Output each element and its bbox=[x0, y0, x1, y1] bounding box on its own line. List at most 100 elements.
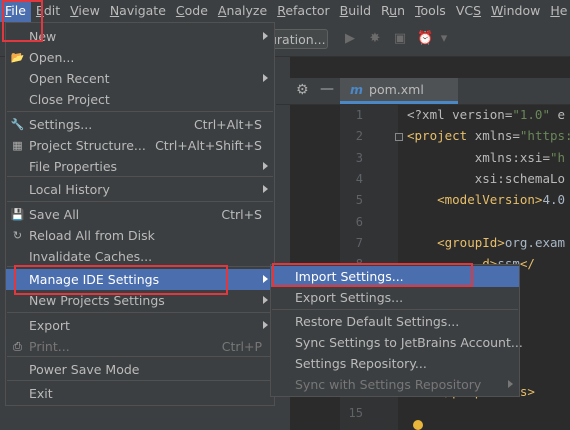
menu-item-new-projects-settings[interactable]: New Projects Settings bbox=[6, 290, 274, 311]
code-token: xmlns= bbox=[467, 128, 520, 144]
menu-item-label: Print... bbox=[29, 339, 70, 354]
menu-item-close-project[interactable]: Close Project bbox=[6, 89, 274, 110]
menu-item-new[interactable]: New bbox=[6, 26, 274, 47]
menu-item-label: Settings Repository... bbox=[295, 356, 427, 371]
code-token: "https: bbox=[519, 128, 570, 144]
menu-item-manage-ide-settings[interactable]: Manage IDE Settings bbox=[6, 269, 274, 290]
menu-window[interactable]: Window bbox=[486, 0, 545, 22]
menu-build[interactable]: Build bbox=[335, 0, 376, 22]
wrench-icon: 🔧 bbox=[10, 118, 25, 131]
profile-icon[interactable]: ⏰ bbox=[417, 31, 433, 47]
menu-item-export[interactable]: Export bbox=[6, 315, 274, 336]
manage-ide-settings-submenu: Import Settings... Export Settings... Rest… bbox=[270, 264, 523, 397]
menu-separator bbox=[7, 312, 273, 313]
menu-analyze[interactable]: Analyze bbox=[213, 0, 272, 22]
menu-item-label: Open Recent bbox=[29, 71, 110, 86]
maven-icon: m bbox=[350, 82, 364, 97]
menu-item-settings[interactable]: 🔧 Settings... Ctrl+Alt+S bbox=[6, 114, 274, 135]
menu-item-power-save-mode[interactable]: Power Save Mode bbox=[6, 359, 274, 380]
menu-view[interactable]: View bbox=[65, 0, 105, 22]
menu-separator bbox=[7, 111, 273, 112]
code-line: <groupId>org.exam bbox=[407, 235, 565, 250]
line-number: 6 bbox=[355, 214, 363, 229]
menu-item-project-structure[interactable]: ▦ Project Structure... Ctrl+Alt+Shift+S bbox=[6, 135, 274, 156]
menu-item-print[interactable]: ⎙ Print... Ctrl+P bbox=[6, 336, 274, 357]
project-structure-icon: ▦ bbox=[12, 139, 23, 152]
menu-item-export-settings[interactable]: Export Settings... bbox=[271, 287, 519, 308]
menu-item-local-history[interactable]: Local History bbox=[6, 179, 274, 200]
menu-item-invalidate-caches[interactable]: Invalidate Caches... bbox=[6, 246, 274, 267]
menu-item-shortcut: Ctrl+Alt+S bbox=[193, 117, 262, 132]
menu-separator bbox=[7, 176, 273, 177]
menu-item-label: Sync with Settings Repository bbox=[295, 377, 482, 392]
menu-navigate[interactable]: Navigate bbox=[105, 0, 171, 22]
debug-icon[interactable]: ✸ bbox=[367, 31, 383, 47]
menu-run[interactable]: Run bbox=[376, 0, 410, 22]
menu-item-label: Import Settings... bbox=[295, 269, 404, 284]
code-token: org.exam bbox=[504, 234, 566, 250]
submenu-arrow-icon bbox=[263, 74, 268, 82]
code-line: xmlns:xsi="h bbox=[407, 150, 565, 165]
submenu-arrow-icon bbox=[263, 275, 268, 283]
menu-file[interactable]: File bbox=[0, 0, 31, 22]
menu-separator bbox=[272, 309, 518, 310]
menu-refactor[interactable]: Refactor bbox=[272, 0, 334, 22]
tab-pom-xml[interactable]: mpom.xml (ssm) bbox=[340, 78, 458, 120]
menu-bar: File Edit View Navigate Code Analyze Refactor B… bbox=[0, 0, 570, 22]
menu-item-label: Settings... bbox=[29, 117, 93, 132]
menu-item-save-all[interactable]: 💾 Save All Ctrl+S bbox=[6, 204, 274, 225]
minimize-icon[interactable]: — bbox=[320, 81, 334, 97]
menu-item-label: New Projects Settings bbox=[29, 293, 165, 308]
code-token: "1.0" bbox=[512, 107, 550, 122]
menu-edit[interactable]: Edit bbox=[31, 0, 65, 22]
coverage-icon[interactable]: ▣ bbox=[392, 31, 408, 47]
menu-separator bbox=[7, 356, 273, 357]
dropdown-icon[interactable]: ▾ bbox=[436, 31, 452, 47]
save-icon: 💾 bbox=[10, 208, 25, 221]
menu-item-settings-repository[interactable]: Settings Repository... bbox=[271, 353, 519, 374]
code-line: <project xmlns="https: bbox=[407, 128, 570, 143]
menu-code[interactable]: Code bbox=[171, 0, 213, 22]
menu-item-reload-all[interactable]: ↻ Reload All from Disk bbox=[6, 225, 274, 246]
menu-item-sync-with-settings-repository[interactable]: Sync with Settings Repository bbox=[271, 374, 519, 395]
bulb-icon[interactable] bbox=[413, 420, 423, 430]
reload-icon: ↻ bbox=[12, 229, 23, 242]
menu-item-label: Sync Settings to JetBrains Account... bbox=[295, 335, 523, 350]
submenu-arrow-icon bbox=[263, 162, 268, 170]
menu-separator bbox=[7, 380, 273, 381]
menu-item-restore-default-settings[interactable]: Restore Default Settings... bbox=[271, 311, 519, 332]
menu-item-import-settings[interactable]: Import Settings... bbox=[271, 266, 519, 287]
run-icon[interactable]: ▶ bbox=[342, 31, 358, 47]
line-number: 4 bbox=[355, 171, 363, 186]
code-token: 4.0 bbox=[542, 192, 566, 208]
menu-tools[interactable]: Tools bbox=[410, 0, 451, 22]
fold-icon[interactable] bbox=[395, 133, 403, 141]
code-token: <groupId> bbox=[407, 234, 505, 250]
code-line: xsi:schemaLo bbox=[407, 171, 565, 186]
menu-item-label: Open... bbox=[29, 50, 75, 65]
menu-item-open[interactable]: 📂 Open... bbox=[6, 47, 274, 68]
submenu-arrow-icon bbox=[508, 380, 513, 388]
code-token: e bbox=[550, 107, 566, 122]
menu-item-label: Reload All from Disk bbox=[29, 228, 155, 243]
menu-item-shortcut: Ctrl+P bbox=[221, 339, 262, 354]
menu-separator bbox=[7, 201, 273, 202]
menu-separator bbox=[7, 266, 273, 267]
menu-item-file-properties[interactable]: File Properties bbox=[6, 156, 274, 177]
menu-item-label: Project Structure... bbox=[29, 138, 146, 153]
menu-item-exit[interactable]: Exit bbox=[6, 383, 274, 404]
line-number: 1 bbox=[355, 108, 363, 122]
menu-he[interactable]: He bbox=[545, 0, 570, 22]
submenu-arrow-icon bbox=[263, 321, 268, 329]
gear-icon[interactable]: ⚙ bbox=[296, 82, 309, 98]
print-icon: ⎙ bbox=[13, 340, 22, 353]
menu-item-shortcut: Ctrl+Alt+Shift+S bbox=[155, 138, 262, 153]
submenu-arrow-icon bbox=[263, 296, 268, 304]
menu-item-open-recent[interactable]: Open Recent bbox=[6, 68, 274, 89]
menu-item-label: Save All bbox=[29, 207, 80, 222]
code-token: <modelVersion> bbox=[407, 192, 543, 208]
menu-item-label: Manage IDE Settings bbox=[29, 272, 160, 287]
code-token: <?xml version= bbox=[407, 107, 513, 122]
menu-item-sync-settings-jetbrains[interactable]: Sync Settings to JetBrains Account... bbox=[271, 332, 523, 353]
menu-vcs[interactable]: VCS bbox=[451, 0, 486, 22]
